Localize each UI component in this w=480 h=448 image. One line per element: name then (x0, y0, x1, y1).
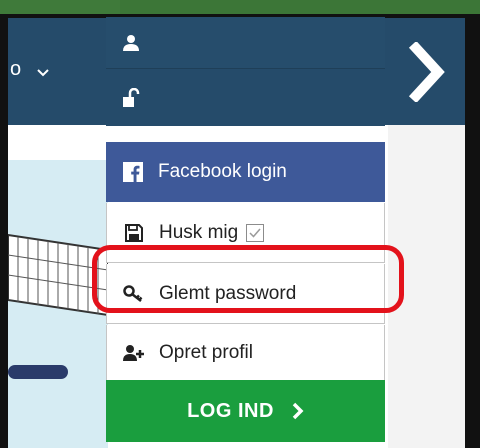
create-profile-label: Opret profil (159, 341, 253, 363)
chevron-right-icon (292, 402, 304, 420)
username-row[interactable] (106, 17, 385, 69)
window-frame-left (0, 14, 8, 448)
remember-me-checkbox[interactable] (246, 223, 265, 242)
login-dropdown-menu: Facebook login Husk mig Glemt password O… (106, 17, 386, 448)
login-button-label: LOG IND (187, 399, 274, 422)
chevron-down-icon[interactable] (36, 66, 50, 80)
highlight-annotation (92, 245, 404, 313)
next-chevron-icon[interactable] (408, 42, 448, 102)
user-icon (120, 32, 142, 54)
unlock-icon (120, 87, 142, 109)
language-selector-label[interactable]: o (10, 58, 21, 81)
save-icon (123, 222, 145, 244)
password-row[interactable] (106, 69, 385, 126)
login-button[interactable]: LOG IND (106, 380, 385, 442)
create-profile-link[interactable]: Opret profil (106, 325, 385, 380)
remember-me-label: Husk mig (159, 221, 239, 243)
tennis-net-illustration (8, 233, 108, 379)
facebook-login-button[interactable]: Facebook login (106, 142, 385, 202)
facebook-icon (122, 161, 144, 183)
facebook-login-label: Facebook login (158, 161, 287, 182)
user-plus-icon (123, 342, 145, 364)
checkmark-icon (249, 228, 261, 238)
window-frame-right (465, 18, 480, 448)
